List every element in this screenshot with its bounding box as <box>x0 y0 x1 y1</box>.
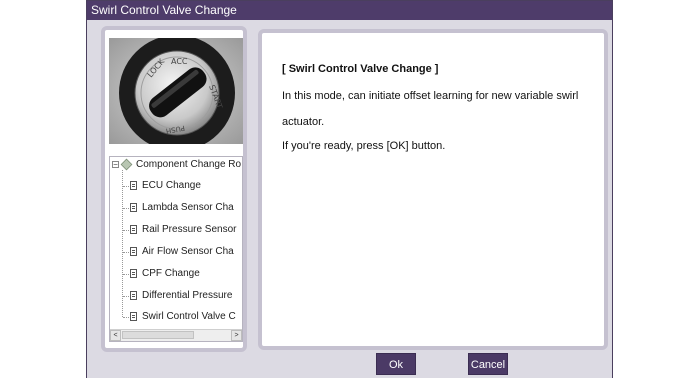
tree-item-swirl-control-valve[interactable]: Swirl Control Valve C <box>130 310 236 324</box>
tree-branch <box>123 230 129 231</box>
collapse-icon[interactable]: − <box>112 160 119 168</box>
tree-root-node[interactable]: − Component Change Ro <box>112 158 241 172</box>
tree-item-label: Air Flow Sensor Cha <box>142 246 234 257</box>
ok-button[interactable]: Ok <box>376 353 416 375</box>
tree-item-differential-pressure[interactable]: Differential Pressure <box>130 289 232 303</box>
tree-connector <box>122 170 123 317</box>
tree-branch <box>123 274 129 275</box>
tree-item-air-flow-sensor[interactable]: Air Flow Sensor Cha <box>130 245 234 259</box>
dialog-window: Swirl Control Valve Change LOCK ACC STAR… <box>86 0 613 378</box>
tree-root-label: Component Change Ro <box>136 159 242 170</box>
tree-branch <box>123 208 129 209</box>
tree-item-lambda-sensor[interactable]: Lambda Sensor Cha <box>130 201 234 215</box>
document-icon <box>130 311 137 321</box>
document-icon <box>130 268 137 278</box>
document-icon <box>130 246 137 256</box>
tree-branch <box>123 186 129 187</box>
key-label-acc: ACC <box>171 57 188 66</box>
tree-branch <box>123 252 129 253</box>
tree-item-rail-pressure-sensor[interactable]: Rail Pressure Sensor <box>130 223 236 237</box>
dialog-client: LOCK ACC START PUSH − Component Change Ro… <box>87 20 612 378</box>
cancel-button[interactable]: Cancel <box>468 353 508 375</box>
window-title: Swirl Control Valve Change <box>87 1 612 20</box>
tree-item-label: Rail Pressure Sensor <box>142 224 237 235</box>
message-line-2: actuator. <box>282 116 325 128</box>
document-icon <box>130 202 137 212</box>
tree-branch <box>123 296 129 297</box>
tree-item-ecu-change[interactable]: ECU Change <box>130 179 201 193</box>
scroll-left-icon[interactable]: < <box>110 330 121 341</box>
horizontal-scrollbar[interactable]: < > <box>110 329 242 341</box>
tree-item-label: Swirl Control Valve C <box>142 311 236 322</box>
tree-item-label: CPF Change <box>142 268 200 279</box>
tree-item-label: ECU Change <box>142 180 201 191</box>
scrollbar-thumb[interactable] <box>122 331 194 339</box>
message-title: [ Swirl Control Valve Change ] <box>282 63 439 75</box>
tree-item-label: Lambda Sensor Cha <box>142 202 234 213</box>
document-icon <box>130 180 137 190</box>
left-panel: LOCK ACC START PUSH − Component Change Ro… <box>101 26 247 352</box>
tree-branch <box>123 317 129 318</box>
tree-item-label: Differential Pressure <box>142 290 233 301</box>
message-line-1: In this mode, can initiate offset learni… <box>282 90 579 102</box>
message-panel: [ Swirl Control Valve Change ] In this m… <box>258 29 608 350</box>
ignition-key-image: LOCK ACC START PUSH <box>109 38 243 144</box>
scroll-right-icon[interactable]: > <box>231 330 242 341</box>
component-group-icon <box>120 158 133 171</box>
component-tree[interactable]: − Component Change Ro ECU Change Lambda S… <box>109 156 243 342</box>
message-line-3: If you're ready, press [OK] button. <box>282 140 446 152</box>
document-icon <box>130 290 137 300</box>
document-icon <box>130 224 137 234</box>
tree-item-cpf-change[interactable]: CPF Change <box>130 267 200 281</box>
